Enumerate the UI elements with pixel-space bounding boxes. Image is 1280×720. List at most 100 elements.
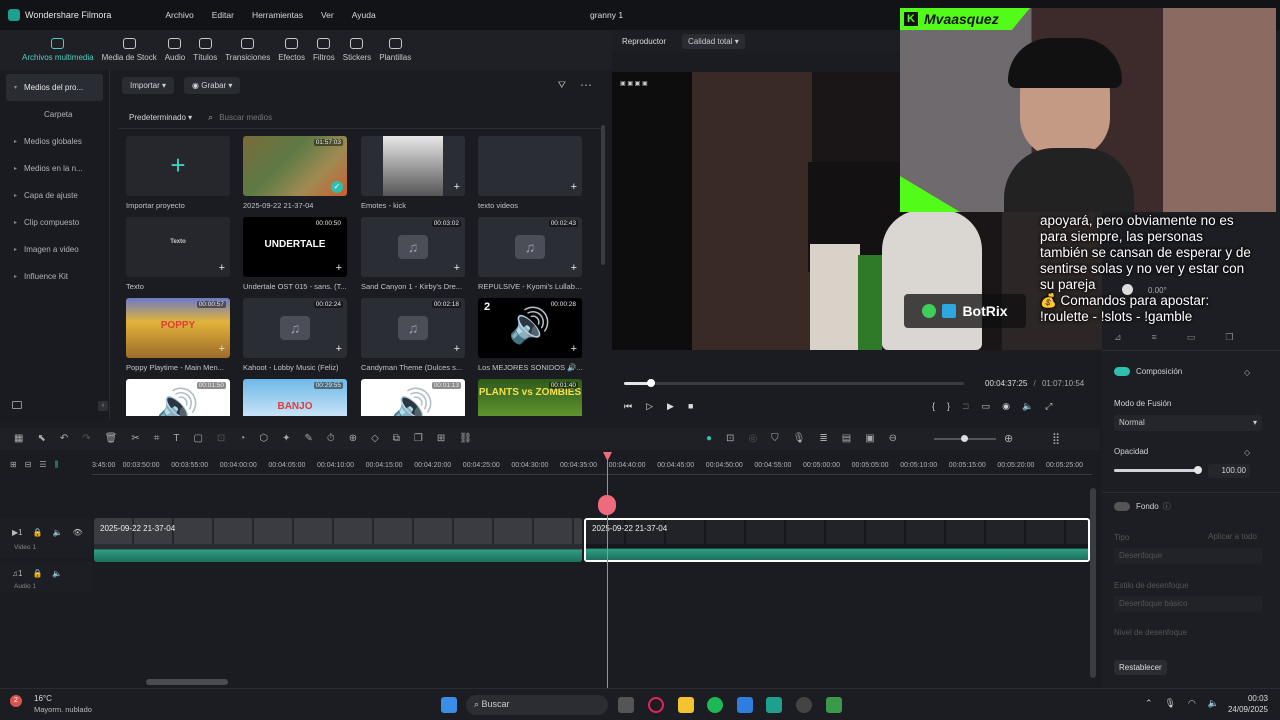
track-layout-icon[interactable]: ☰	[39, 460, 46, 470]
toolbar-template-button[interactable]: Plantillas	[375, 30, 415, 70]
crop-tool-icon[interactable]: ⌗	[154, 433, 160, 444]
eye-icon[interactable]: 👁	[73, 528, 83, 537]
mask-icon[interactable]: ◇	[371, 433, 379, 444]
add-to-timeline-icon[interactable]: +	[219, 262, 225, 274]
toolbar-effects-button[interactable]: Efectos	[274, 30, 309, 70]
link-icon[interactable]: ⛓	[459, 433, 472, 444]
spotify-icon[interactable]	[707, 697, 723, 713]
collapse-icon[interactable]: ‹	[98, 401, 108, 411]
sidebar-item[interactable]: ▸ Capa de ajuste	[0, 182, 109, 209]
zoom-knob[interactable]	[961, 435, 968, 442]
add-to-timeline-icon[interactable]: +	[571, 262, 577, 274]
sidebar-item[interactable]: ▸ Medios globales	[0, 128, 109, 155]
grid-view-icon[interactable]: ⣿	[1052, 432, 1060, 445]
mic-tray-icon[interactable]: 🎙	[1165, 698, 1176, 709]
filmora-taskbar-icon[interactable]	[766, 697, 782, 713]
playhead-marker[interactable]	[598, 495, 616, 515]
rect-icon[interactable]: ▢	[193, 433, 202, 444]
store-icon[interactable]	[737, 697, 753, 713]
expand-arrow-icon[interactable]: ▸	[14, 138, 24, 145]
expand-arrow-icon[interactable]: ▾	[14, 84, 24, 91]
text-tool-icon[interactable]: T	[173, 433, 179, 444]
lock-icon[interactable]: 🔒	[33, 528, 43, 537]
menu-editar[interactable]: Editar	[212, 10, 234, 20]
duplicate-icon[interactable]: ❐	[414, 433, 423, 444]
toolbar-stock-button[interactable]: Media de Stock	[98, 30, 161, 70]
media-item[interactable]: + Importar proyecto	[126, 136, 232, 210]
opacity-input[interactable]: 100.00	[1208, 464, 1250, 478]
quality-dropdown[interactable]: Calidad total ▾	[682, 33, 745, 49]
blur-type-dropdown[interactable]: Desenfoque	[1114, 548, 1262, 564]
sidebar-item[interactable]: Carpeta	[0, 101, 109, 128]
more-icon[interactable]: ⋯	[580, 78, 592, 92]
taskbar-search[interactable]: ⌕ Buscar	[466, 695, 608, 715]
motion-icon[interactable]: ⊡	[217, 433, 225, 444]
audio-lock-icon[interactable]: 🔒	[32, 569, 42, 578]
media-item[interactable]: BANJO00:29:55+	[243, 379, 349, 416]
wifi-icon[interactable]: ◠	[1188, 698, 1196, 709]
sort-dropdown[interactable]: Predeterminado ▾	[129, 113, 192, 122]
expand-arrow-icon[interactable]: ▸	[14, 192, 24, 199]
zoom-tool-icon[interactable]: ⊕	[349, 433, 357, 444]
blur-style-dropdown[interactable]: Desenfoque básico	[1114, 596, 1262, 612]
toolbar-audio-button[interactable]: Audio	[161, 30, 189, 70]
composition-keyframe-icon[interactable]: ◇	[1244, 368, 1250, 377]
search-input[interactable]	[219, 112, 420, 122]
weather-temp[interactable]: 16°C	[34, 694, 52, 703]
background-toggle[interactable]	[1114, 502, 1130, 511]
volume-icon[interactable]: 🔈	[1022, 401, 1033, 412]
media-item[interactable]: ♫ 00:03:02 + Sand Canyon 1 - Kirby's Dre...	[361, 217, 467, 291]
mark-out-icon[interactable]: }	[947, 401, 950, 412]
clock-time[interactable]: 00:03	[1226, 694, 1268, 703]
apply-all-button[interactable]: Aplicar a todo	[1208, 532, 1257, 541]
menu-ayuda[interactable]: Ayuda	[352, 10, 376, 20]
task-view-icon[interactable]	[618, 697, 634, 713]
speed-icon[interactable]: ◔	[239, 433, 245, 444]
media-item[interactable]: 🔊00:01:50+	[126, 379, 232, 416]
audio-mix-icon[interactable]: ≣	[819, 433, 827, 444]
composition-toggle[interactable]	[1114, 367, 1130, 376]
color-icon[interactable]: ⬡	[259, 433, 268, 444]
media-item[interactable]: PLANTS vs ZOMBIES00:01:40+	[478, 379, 584, 416]
delete-icon[interactable]: 🗑	[105, 433, 118, 444]
opacity-slider-knob[interactable]	[1194, 466, 1202, 474]
sidebar-item[interactable]: ▸ Influence Kit	[0, 263, 109, 290]
new-folder-icon[interactable]	[12, 401, 22, 409]
timeline-hscroll[interactable]	[146, 679, 228, 685]
help-icon[interactable]: ⓘ	[1163, 501, 1171, 512]
edit-icon[interactable]: ✎	[304, 433, 312, 444]
group-icon[interactable]: ⧉	[393, 433, 400, 444]
shield-icon[interactable]: ⛉	[771, 433, 779, 444]
video-clip-1[interactable]: 2025-09-22 21-37-04	[94, 518, 582, 562]
split-icon[interactable]: ✂	[131, 433, 139, 444]
blend-mode-dropdown[interactable]: Normal ▾	[1114, 415, 1262, 431]
prev-frame-icon[interactable]: ⏮	[624, 401, 632, 412]
render-icon[interactable]: ⊡	[726, 433, 734, 444]
link-track-icon[interactable]: ⊟	[25, 460, 32, 470]
sidebar-item[interactable]: ▾ Medios del pro...	[6, 74, 103, 101]
media-item[interactable]: UNDERTALE 00:00:50 + Undertale OST 015 - sa…	[243, 217, 349, 291]
media-item[interactable]: ♫ 00:02:43 + REPULSIVE - Kyomi's Lullaby...	[478, 217, 584, 291]
add-to-timeline-icon[interactable]: +	[454, 262, 460, 274]
zoom-slider[interactable]	[934, 435, 996, 442]
fullscreen-icon[interactable]: ⤢	[1045, 401, 1052, 412]
select-icon[interactable]: ⬉	[37, 433, 45, 444]
snapshot-icon[interactable]: ◉	[1002, 401, 1010, 412]
timeline-ruler[interactable]: 3:45:00 00:03:50:00 00:03:55:00 00:04:00:00…	[92, 458, 1092, 478]
toolbar-filter-button[interactable]: Filtros	[309, 30, 339, 70]
add-to-timeline-icon[interactable]: +	[571, 181, 577, 193]
media-item[interactable]: 01:57:03 ✓ 2025-09-22 21-37-04	[243, 136, 349, 210]
expand-arrow-icon[interactable]: ▸	[14, 165, 24, 172]
mic-icon[interactable]: 🎙	[793, 433, 806, 444]
menu-ver[interactable]: Ver	[321, 10, 334, 20]
display-icon[interactable]: ▭	[982, 401, 991, 412]
reset-button[interactable]: Restablecer	[1114, 660, 1167, 675]
expand-arrow-icon[interactable]: ▸	[14, 246, 24, 253]
weather-desc[interactable]: Mayorm. nublado	[34, 705, 92, 714]
toolbar-media-button[interactable]: Archivos multimedia	[18, 30, 98, 70]
clock-date[interactable]: 24/09/2025	[1218, 705, 1268, 714]
record-button[interactable]: ◉ Grabar ▾	[184, 76, 241, 94]
stop-icon[interactable]: ■	[688, 401, 693, 412]
toolbar-sticker-button[interactable]: Stickers	[339, 30, 375, 70]
undo-icon[interactable]: ↶	[60, 433, 68, 444]
